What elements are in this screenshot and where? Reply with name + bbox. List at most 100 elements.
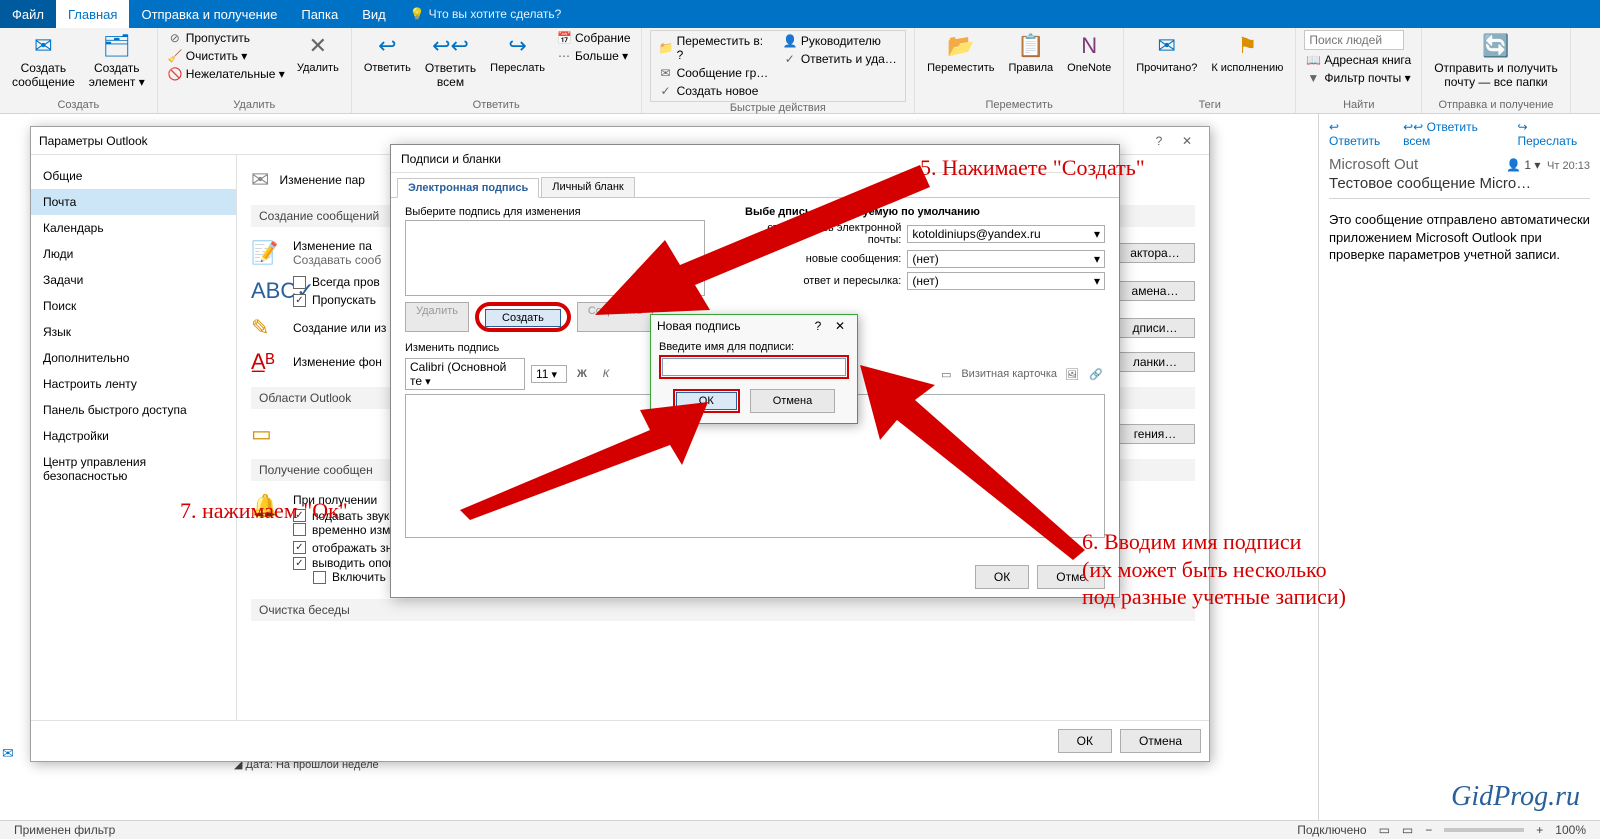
- editor-options-button[interactable]: актора…: [1115, 243, 1195, 263]
- meeting-button[interactable]: 📅Собрание: [555, 30, 633, 46]
- qs-boss[interactable]: 👤Руководителю: [781, 33, 899, 49]
- new-messages-select[interactable]: (нет)▾: [907, 250, 1105, 268]
- new-signature-cancel-button[interactable]: Отмена: [750, 389, 835, 413]
- more-button[interactable]: ⋯Больше ▾: [555, 48, 633, 64]
- qs-reply-del[interactable]: ✓Ответить и уда…: [781, 51, 899, 67]
- stationery-button[interactable]: ланки…: [1115, 352, 1195, 372]
- send-receive-all-button[interactable]: 🔄Отправить и получитьпочту — все папки: [1430, 30, 1562, 92]
- reading-pane-button[interactable]: гения…: [1115, 424, 1195, 444]
- autocorrect-button[interactable]: амена…: [1115, 281, 1195, 301]
- signatures-ok-button[interactable]: ОК: [975, 565, 1029, 589]
- new-signature-name-input[interactable]: [662, 358, 846, 376]
- options-nav-people[interactable]: Люди: [31, 241, 236, 267]
- options-nav-qat[interactable]: Панель быстрого доступа: [31, 397, 236, 423]
- read-button[interactable]: ✉Прочитано?: [1132, 30, 1201, 77]
- more-label: Больше ▾: [575, 49, 628, 63]
- signature-list[interactable]: [405, 220, 705, 296]
- zoom-level: 100%: [1555, 823, 1586, 837]
- new-signature-button[interactable]: Создать: [485, 309, 561, 327]
- address-book-icon: 📖: [1306, 53, 1320, 67]
- tab-send-receive[interactable]: Отправка и получение: [129, 0, 289, 28]
- ignore-button[interactable]: ⊘Пропустить: [166, 30, 287, 46]
- email-account-select[interactable]: kotoldiniups@yandex.ru▾: [907, 225, 1105, 243]
- new-messages-label: новые сообщения:: [745, 253, 901, 265]
- rp-reply-all-button[interactable]: ↩↩ Ответить всем: [1403, 120, 1507, 148]
- rp-reply-button[interactable]: ↩ Ответить: [1329, 120, 1393, 148]
- always-spellcheck-checkbox[interactable]: Всегда пров: [293, 275, 380, 289]
- options-nav-advanced[interactable]: Дополнительно: [31, 345, 236, 371]
- forward-button[interactable]: ↪Переслать: [486, 30, 549, 77]
- new-signature-close-button[interactable]: ✕: [829, 319, 851, 333]
- reply-button[interactable]: ↩Ответить: [360, 30, 415, 77]
- qs-create[interactable]: ✓Создать новое: [657, 83, 775, 99]
- new-signature-ok-button[interactable]: ОК: [676, 392, 737, 410]
- options-close-button[interactable]: ✕: [1173, 134, 1201, 148]
- rp-people[interactable]: 👤 1 ▾: [1506, 158, 1540, 172]
- zoom-in-button[interactable]: +: [1536, 823, 1543, 837]
- zoom-out-button[interactable]: −: [1425, 823, 1432, 837]
- address-book-button[interactable]: 📖Адресная книга: [1304, 52, 1413, 68]
- options-nav-calendar[interactable]: Календарь: [31, 215, 236, 241]
- group-delete: ⊘Пропустить 🧹Очистить ▾ 🚫Нежелательные ▾…: [158, 28, 352, 113]
- tab-view[interactable]: Вид: [350, 0, 398, 28]
- search-people-input[interactable]: [1304, 30, 1404, 50]
- new-signature-help-button[interactable]: ?: [807, 319, 829, 333]
- onenote-button[interactable]: NOneNote: [1063, 30, 1115, 77]
- qs-move[interactable]: 📁Переместить в: ?: [657, 33, 775, 63]
- followup-label: К исполнению: [1211, 62, 1283, 75]
- options-nav-trust-center[interactable]: Центр управления безопасностью: [31, 449, 236, 489]
- move-button[interactable]: 📂Переместить: [923, 30, 998, 77]
- options-nav-search[interactable]: Поиск: [31, 293, 236, 319]
- qs-team[interactable]: ✉Сообщение гр…: [657, 65, 775, 81]
- delete-button[interactable]: ✕ Удалить: [293, 30, 343, 77]
- options-ok-button[interactable]: ОК: [1058, 729, 1112, 753]
- followup-button[interactable]: ⚑К исполнению: [1207, 30, 1287, 77]
- group-tags-label: Теги: [1132, 99, 1287, 113]
- business-card-button[interactable]: Визитная карточка: [961, 368, 1057, 380]
- rules-button[interactable]: 📋Правила: [1005, 30, 1058, 77]
- tab-file[interactable]: Файл: [0, 0, 56, 28]
- options-nav-customize-ribbon[interactable]: Настроить ленту: [31, 371, 236, 397]
- tab-folder[interactable]: Папка: [289, 0, 350, 28]
- options-nav-general[interactable]: Общие: [31, 163, 236, 189]
- zoom-slider[interactable]: [1444, 828, 1524, 832]
- image-button[interactable]: 🖼: [1063, 365, 1081, 383]
- clean-button[interactable]: 🧹Очистить ▾: [166, 48, 287, 64]
- font-size-select[interactable]: 11 ▾: [531, 365, 567, 383]
- bold-button[interactable]: Ж: [573, 365, 591, 383]
- tab-email-signature[interactable]: Электронная подпись: [397, 178, 539, 198]
- font-select[interactable]: Calibri (Основной те ▾: [405, 358, 525, 390]
- tab-personal-stationery[interactable]: Личный бланк: [541, 177, 635, 197]
- options-help-button[interactable]: ?: [1145, 134, 1173, 148]
- delete-signature-button[interactable]: Удалить: [405, 302, 469, 332]
- options-nav-mail[interactable]: Почта: [31, 189, 236, 215]
- junk-button[interactable]: 🚫Нежелательные ▾: [166, 66, 287, 82]
- new-items-button[interactable]: 🗂 Создатьэлемент ▾: [85, 30, 149, 92]
- status-bar: Применен фильтр Подключено ▭ ▭ − + 100%: [0, 820, 1600, 839]
- replies-forwards-select[interactable]: (нет)▾: [907, 272, 1105, 290]
- mail-nav-icon[interactable]: ✉: [2, 745, 14, 762]
- tell-me[interactable]: 💡 Что вы хотите сделать?: [410, 0, 562, 28]
- rp-forward-button[interactable]: ↪ Переслать: [1517, 120, 1590, 148]
- options-nav-tasks[interactable]: Задачи: [31, 267, 236, 293]
- signatures-button[interactable]: дписи…: [1115, 318, 1195, 338]
- view-normal-button[interactable]: ▭: [1379, 823, 1390, 837]
- view-reading-button[interactable]: ▭: [1402, 823, 1413, 837]
- spell-icon: ABC✓: [251, 278, 283, 304]
- save-signature-button[interactable]: Сохранить: [577, 302, 654, 332]
- reply-all-button[interactable]: ↩↩Ответитьвсем: [421, 30, 480, 92]
- options-nav-addins[interactable]: Надстройки: [31, 423, 236, 449]
- signatures-cancel-button[interactable]: Отме: [1037, 565, 1105, 589]
- tab-home[interactable]: Главная: [56, 0, 129, 28]
- new-email-button[interactable]: ✉ Создатьсообщение: [8, 30, 79, 92]
- options-cancel-button[interactable]: Отмена: [1120, 729, 1201, 753]
- group-delete-label: Удалить: [166, 99, 343, 113]
- options-nav: Общие Почта Календарь Люди Задачи Поиск …: [31, 155, 237, 720]
- filter-button[interactable]: ▼Фильтр почты ▾: [1304, 70, 1413, 86]
- rp-reply-all-label: Ответить всем: [1403, 120, 1478, 148]
- skip-original-checkbox[interactable]: ✓Пропускать: [293, 293, 376, 307]
- italic-button[interactable]: К: [597, 365, 615, 383]
- status-filter: Применен фильтр: [14, 823, 115, 837]
- options-nav-language[interactable]: Язык: [31, 319, 236, 345]
- link-button[interactable]: 🔗: [1087, 365, 1105, 383]
